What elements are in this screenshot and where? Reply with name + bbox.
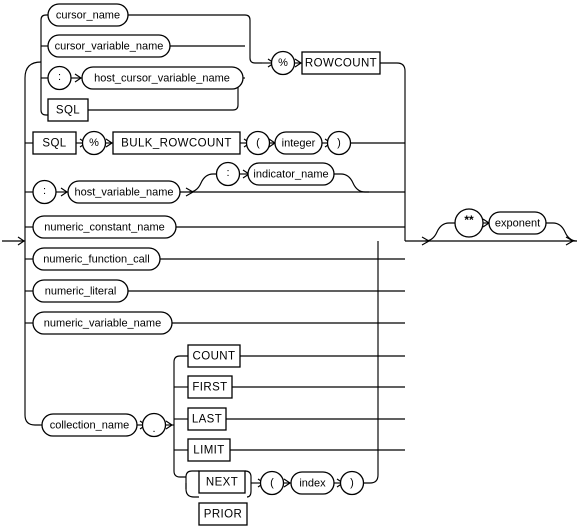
node-bulk-rowcount-label: BULK_ROWCOUNT (121, 138, 232, 150)
node-last-label: LAST (192, 414, 222, 426)
node-host-cursor-variable-name[interactable]: host_cursor_variable_name (81, 66, 244, 90)
node-collection-name[interactable]: collection_name (41, 413, 138, 437)
node-index-label: index (299, 477, 326, 489)
node-last-keyword[interactable]: LAST (187, 407, 227, 431)
node-colon-3-label: : (226, 167, 229, 179)
node-percent-1[interactable]: % (270, 50, 296, 76)
node-percent-2[interactable]: % (81, 130, 107, 156)
node-exponent-label: exponent (495, 217, 540, 229)
node-count-label: COUNT (193, 351, 236, 363)
node-numeric-function-call-label: numeric_function_call (43, 253, 149, 265)
node-prior-keyword[interactable]: PRIOR (198, 502, 248, 526)
node-sql-2-label: SQL (42, 138, 66, 150)
node-cursor-variable-name[interactable]: cursor_variable_name (47, 34, 171, 58)
node-index[interactable]: index (290, 471, 335, 495)
node-numeric-variable-name-label: numeric_variable_name (44, 317, 161, 329)
node-count-keyword[interactable]: COUNT (187, 344, 241, 368)
node-dot-operator[interactable]: . (141, 412, 167, 438)
node-rparen-1[interactable]: ) (326, 130, 352, 156)
node-sql-keyword-1[interactable]: SQL (47, 98, 89, 122)
node-first-label: FIRST (192, 382, 227, 394)
node-next-label: NEXT (206, 477, 238, 489)
node-sql-1-label: SQL (56, 105, 80, 117)
node-colon-host-cursor[interactable]: : (47, 65, 72, 91)
node-percent-2-label: % (89, 137, 99, 149)
node-indicator-name-label: indicator_name (253, 168, 328, 180)
node-double-star-operator[interactable]: ** (454, 208, 484, 238)
node-percent-1-label: % (278, 57, 288, 69)
node-numeric-constant-name[interactable]: numeric_constant_name (32, 215, 177, 239)
node-numeric-function-call[interactable]: numeric_function_call (32, 247, 161, 271)
node-collection-name-label: collection_name (50, 419, 130, 431)
node-limit-keyword[interactable]: LIMIT (187, 438, 231, 462)
node-rparen-2-label: ) (350, 477, 354, 489)
node-lparen-2-label: ( (270, 477, 274, 489)
node-numeric-variable-name[interactable]: numeric_variable_name (32, 311, 173, 335)
node-colon-host-variable[interactable]: : (32, 179, 57, 205)
node-rparen-1-label: ) (337, 137, 341, 149)
node-cursor-name-label: cursor_name (56, 9, 120, 21)
node-rowcount-label: ROWCOUNT (305, 58, 377, 70)
node-exponent[interactable]: exponent (488, 211, 547, 235)
node-host-variable-name-label: host_variable_name (74, 186, 173, 198)
railroad-diagram: cursor_name cursor_variable_name : host_… (0, 0, 579, 529)
node-host-variable-name[interactable]: host_variable_name (67, 180, 181, 204)
node-lparen-1-label: ( (256, 137, 260, 149)
node-numeric-literal[interactable]: numeric_literal (32, 279, 129, 303)
node-bulk-rowcount-keyword[interactable]: BULK_ROWCOUNT (112, 131, 241, 155)
node-colon-1-label: : (58, 71, 61, 83)
node-sql-keyword-2[interactable]: SQL (32, 131, 77, 155)
node-prior-label: PRIOR (204, 509, 242, 521)
node-limit-label: LIMIT (193, 445, 224, 457)
node-rparen-2[interactable]: ) (339, 470, 365, 496)
node-indicator-name[interactable]: indicator_name (247, 162, 335, 186)
node-host-cursor-variable-name-label: host_cursor_variable_name (94, 72, 230, 84)
node-rowcount-keyword[interactable]: ROWCOUNT (301, 51, 381, 75)
node-first-keyword[interactable]: FIRST (187, 375, 233, 399)
node-integer[interactable]: integer (274, 131, 323, 155)
node-lparen-2[interactable]: ( (259, 470, 285, 496)
node-lparen-1[interactable]: ( (245, 130, 271, 156)
node-colon-indicator[interactable]: : (215, 161, 241, 187)
node-next-keyword[interactable]: NEXT (198, 470, 246, 494)
node-double-star-label: ** (464, 213, 474, 227)
node-numeric-literal-label: numeric_literal (45, 285, 117, 297)
node-integer-label: integer (282, 137, 316, 149)
node-colon-2-label: : (43, 185, 46, 197)
node-cursor-variable-name-label: cursor_variable_name (55, 40, 164, 52)
node-numeric-constant-name-label: numeric_constant_name (44, 221, 164, 233)
node-cursor-name[interactable]: cursor_name (47, 3, 129, 27)
node-dot-label: . (152, 423, 155, 435)
